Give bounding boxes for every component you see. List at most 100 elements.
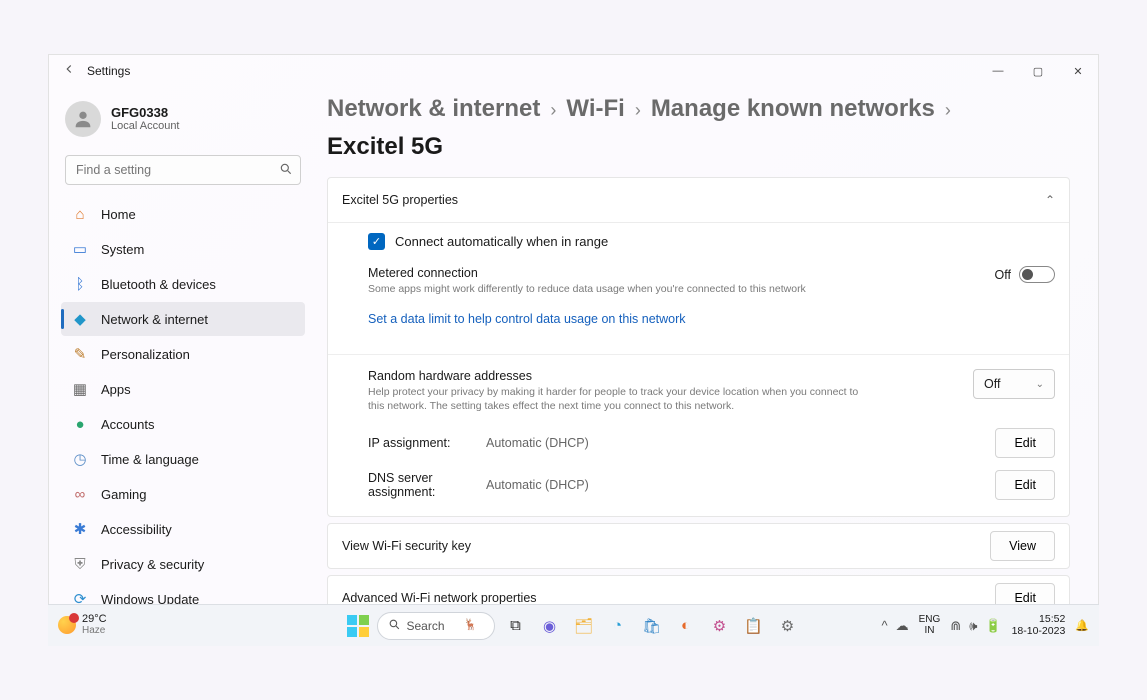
edge-icon[interactable]: ◔ <box>605 613 631 639</box>
volume-icon: 🕪 <box>969 618 977 634</box>
personalization-icon: ✎ <box>71 345 89 363</box>
sidebar-item-gaming[interactable]: ∞ Gaming <box>61 477 305 511</box>
chat-icon[interactable]: ◉ <box>537 613 563 639</box>
taskbar: 29°C Haze Search 🦌 ⧉ ◉ 🗂 ◔ 🛍 ◐ ⚙ 📋 ⚙ ^ ☁… <box>48 604 1099 646</box>
auto-connect-checkbox[interactable]: ✓ <box>368 233 385 250</box>
bluetooth-icon: ᛒ <box>71 276 89 293</box>
auto-connect-row[interactable]: ✓ Connect automatically when in range <box>368 233 1055 250</box>
titlebar: Settings — ▢ ✕ <box>49 55 1098 87</box>
system-icon: ▭ <box>71 240 89 258</box>
properties-card: Excitel 5G properties ⌃ ✓ Connect automa… <box>327 177 1070 517</box>
accessibility-icon: ✱ <box>71 520 89 538</box>
store-icon[interactable]: 🛍 <box>639 613 665 639</box>
apps-icon: ▦ <box>71 380 89 398</box>
shield-icon: ⛨ <box>71 556 89 573</box>
system-tray[interactable]: ^ ☁ <box>882 618 909 634</box>
breadcrumb: Network & internet › Wi-Fi › Manage know… <box>327 95 1070 161</box>
sidebar-item-privacy[interactable]: ⛨ Privacy & security <box>61 547 305 581</box>
properties-title: Excitel 5G properties <box>342 193 458 207</box>
battery-icon: 🔋 <box>985 618 1001 634</box>
clock-date: 18-10-2023 <box>1012 626 1066 638</box>
clock[interactable]: 15:52 18-10-2023 <box>1012 614 1066 637</box>
sidebar-item-accounts[interactable]: ●Accounts <box>61 407 305 441</box>
sidebar-item-network[interactable]: ◆Network & internet <box>61 302 305 336</box>
ip-edit-button[interactable]: Edit <box>995 428 1055 458</box>
metered-desc: Some apps might work differently to redu… <box>368 282 806 296</box>
sidebar-item-accessibility[interactable]: ✱ Accessibility <box>61 512 305 546</box>
random-hw-title: Random hardware addresses <box>368 369 868 383</box>
sidebar-item-label: Bluetooth & devices <box>101 277 216 292</box>
app-icon-1[interactable]: ⚙ <box>707 613 733 639</box>
settings-window: Settings — ▢ ✕ GFG0338 Local Account <box>48 54 1099 646</box>
start-button[interactable] <box>347 615 369 637</box>
breadcrumb-manage[interactable]: Manage known networks <box>651 95 935 123</box>
search-input[interactable] <box>65 155 301 185</box>
avatar-icon <box>65 101 101 137</box>
taskbar-search-label: Search <box>407 619 445 633</box>
network-tray[interactable]: ⋒ 🕪 🔋 <box>950 618 1001 634</box>
task-view-icon[interactable]: ⧉ <box>503 613 529 639</box>
sidebar-item-personalization[interactable]: ✎Personalization <box>61 337 305 371</box>
chevron-right-icon: › <box>635 100 641 121</box>
sidebar-item-label: Accessibility <box>101 522 172 537</box>
ip-assignment-row: IP assignment: Automatic (DHCP) Edit <box>368 428 1055 458</box>
dns-assignment-value: Automatic (DHCP) <box>486 478 995 492</box>
minimize-button[interactable]: — <box>978 55 1018 87</box>
search-icon <box>388 618 401 634</box>
dns-edit-button[interactable]: Edit <box>995 470 1055 500</box>
search-icon <box>279 162 293 181</box>
user-name: GFG0338 <box>111 106 180 120</box>
sidebar-item-system[interactable]: ▭System <box>61 232 305 266</box>
language-indicator[interactable]: ENG IN <box>919 615 941 636</box>
metered-toggle[interactable] <box>1019 266 1055 283</box>
weather-widget[interactable]: 29°C Haze <box>58 614 107 636</box>
advanced-props-title: Advanced Wi-Fi network properties <box>342 591 537 605</box>
sidebar-item-label: Apps <box>101 382 131 397</box>
dns-assignment-label: DNS server assignment: <box>368 471 486 499</box>
view-security-key-button[interactable]: View <box>990 531 1055 561</box>
onedrive-icon[interactable]: ☁ <box>896 618 909 634</box>
weather-icon <box>58 616 76 634</box>
user-block[interactable]: GFG0338 Local Account <box>61 95 305 151</box>
metered-state-label: Off <box>995 268 1011 282</box>
time-icon: ◷ <box>71 450 89 468</box>
random-hw-value: Off <box>984 377 1000 391</box>
weather-cond: Haze <box>82 626 107 637</box>
ip-assignment-label: IP assignment: <box>368 436 486 450</box>
taskbar-search[interactable]: Search 🦌 <box>377 612 495 640</box>
wifi-icon: ⋒ <box>950 618 961 634</box>
home-icon: ⌂ <box>71 206 89 223</box>
random-hw-select[interactable]: Off ⌄ <box>973 369 1055 399</box>
gaming-icon: ∞ <box>71 486 89 503</box>
accounts-icon: ● <box>71 416 89 433</box>
breadcrumb-wifi[interactable]: Wi-Fi <box>566 95 624 123</box>
app-icon-2[interactable]: 📋 <box>741 613 767 639</box>
sidebar-item-bluetooth[interactable]: ᛒ Bluetooth & devices <box>61 267 305 301</box>
properties-header[interactable]: Excitel 5G properties ⌃ <box>328 178 1069 222</box>
close-button[interactable]: ✕ <box>1058 55 1098 87</box>
sidebar: GFG0338 Local Account ⌂Home ▭System ᛒ Blu… <box>49 87 313 645</box>
sidebar-item-time[interactable]: ◷ Time & language <box>61 442 305 476</box>
lang-bot: IN <box>919 626 941 637</box>
nav-list: ⌂Home ▭System ᛒ Bluetooth & devices ◆Netw… <box>61 197 305 616</box>
tray-chevron-icon[interactable]: ^ <box>882 618 888 633</box>
notifications-icon[interactable]: 🔔 <box>1075 619 1089 632</box>
lang-top: ENG <box>919 615 941 626</box>
chevron-right-icon: › <box>550 100 556 121</box>
search-wrapper <box>65 155 301 185</box>
sidebar-item-home[interactable]: ⌂Home <box>61 197 305 231</box>
firefox-icon[interactable]: ◐ <box>673 613 699 639</box>
sidebar-item-label: Privacy & security <box>101 557 204 572</box>
sidebar-item-label: Time & language <box>101 452 199 467</box>
sidebar-item-label: Gaming <box>101 487 147 502</box>
sidebar-item-apps[interactable]: ▦ Apps <box>61 372 305 406</box>
breadcrumb-network[interactable]: Network & internet <box>327 95 540 123</box>
chevron-down-icon: ⌄ <box>1036 379 1044 390</box>
back-button[interactable] <box>57 62 81 81</box>
maximize-button[interactable]: ▢ <box>1018 55 1058 87</box>
divider <box>328 354 1069 355</box>
data-limit-link[interactable]: Set a data limit to help control data us… <box>368 312 686 326</box>
settings-taskbar-icon[interactable]: ⚙ <box>775 613 801 639</box>
sidebar-item-label: Network & internet <box>101 312 208 327</box>
file-explorer-icon[interactable]: 🗂 <box>571 613 597 639</box>
